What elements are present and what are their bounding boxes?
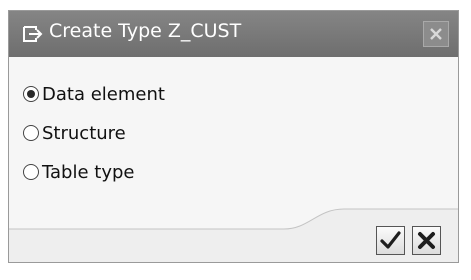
confirm-button[interactable] xyxy=(376,226,405,255)
cancel-button[interactable] xyxy=(412,226,441,255)
radio-option-structure[interactable]: Structure xyxy=(23,120,126,146)
radio-label-table-type: Table type xyxy=(42,161,135,183)
radio-option-data-element[interactable]: Data element xyxy=(23,81,165,107)
title-bar: Create Type Z_CUST xyxy=(9,11,458,57)
radio-button-structure[interactable] xyxy=(23,125,39,141)
dialog-title: Create Type Z_CUST xyxy=(49,20,242,42)
radio-button-table-type[interactable] xyxy=(23,164,39,180)
dialog-footer xyxy=(9,201,458,262)
radio-button-data-element[interactable] xyxy=(23,86,39,102)
close-button[interactable] xyxy=(423,21,449,47)
radio-label-data-element: Data element xyxy=(42,83,165,105)
radio-label-structure: Structure xyxy=(42,122,126,144)
create-document-icon xyxy=(22,23,44,45)
radio-option-table-type[interactable]: Table type xyxy=(23,159,134,185)
create-type-dialog: Create Type Z_CUST Data element Structur… xyxy=(8,10,459,263)
